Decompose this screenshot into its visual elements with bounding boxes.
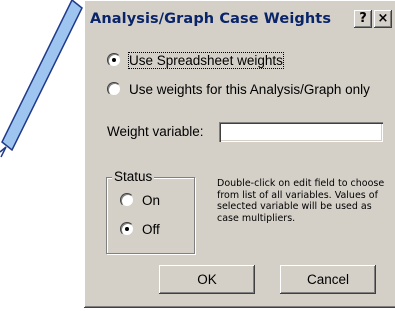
radio-label-analysis: Use weights for this Analysis/Graph only: [129, 81, 370, 97]
dialog-title: Analysis/Graph Case Weights: [90, 11, 332, 27]
case-weights-dialog: Analysis/Graph Case Weights ? × Use Spre…: [84, 0, 395, 308]
close-button[interactable]: ×: [374, 10, 392, 28]
cancel-button[interactable]: Cancel: [280, 265, 376, 294]
ok-button[interactable]: OK: [159, 265, 255, 294]
radio-use-spreadsheet-weights[interactable]: Use Spreadsheet weights: [107, 51, 284, 69]
screen: Analysis/Graph Case Weights ? × Use Spre…: [0, 0, 395, 311]
radio-button[interactable]: [120, 222, 134, 236]
callout-arrow-shaft: [1, 0, 83, 152]
radio-button[interactable]: [107, 53, 121, 67]
weight-variable-field[interactable]: [219, 122, 383, 142]
radio-button[interactable]: [107, 82, 121, 96]
status-group-legend: Status: [112, 169, 155, 184]
help-description: Double-click on edit field to choose fro…: [217, 178, 385, 224]
help-button[interactable]: ?: [354, 10, 372, 28]
radio-label-on: On: [142, 192, 161, 208]
radio-selected-dot: [112, 58, 116, 62]
title-bar: Analysis/Graph Case Weights ? ×: [86, 7, 395, 33]
radio-status-on[interactable]: On: [120, 191, 160, 209]
radio-label-off: Off: [142, 221, 160, 237]
radio-button[interactable]: [120, 193, 134, 207]
status-group: [106, 177, 195, 254]
radio-label-spreadsheet: Use Spreadsheet weights: [128, 51, 284, 69]
radio-use-analysis-weights[interactable]: Use weights for this Analysis/Graph only: [107, 80, 370, 98]
radio-status-off[interactable]: Off: [120, 220, 160, 238]
radio-selected-dot: [125, 227, 129, 231]
weight-variable-label: Weight variable:: [107, 124, 204, 139]
